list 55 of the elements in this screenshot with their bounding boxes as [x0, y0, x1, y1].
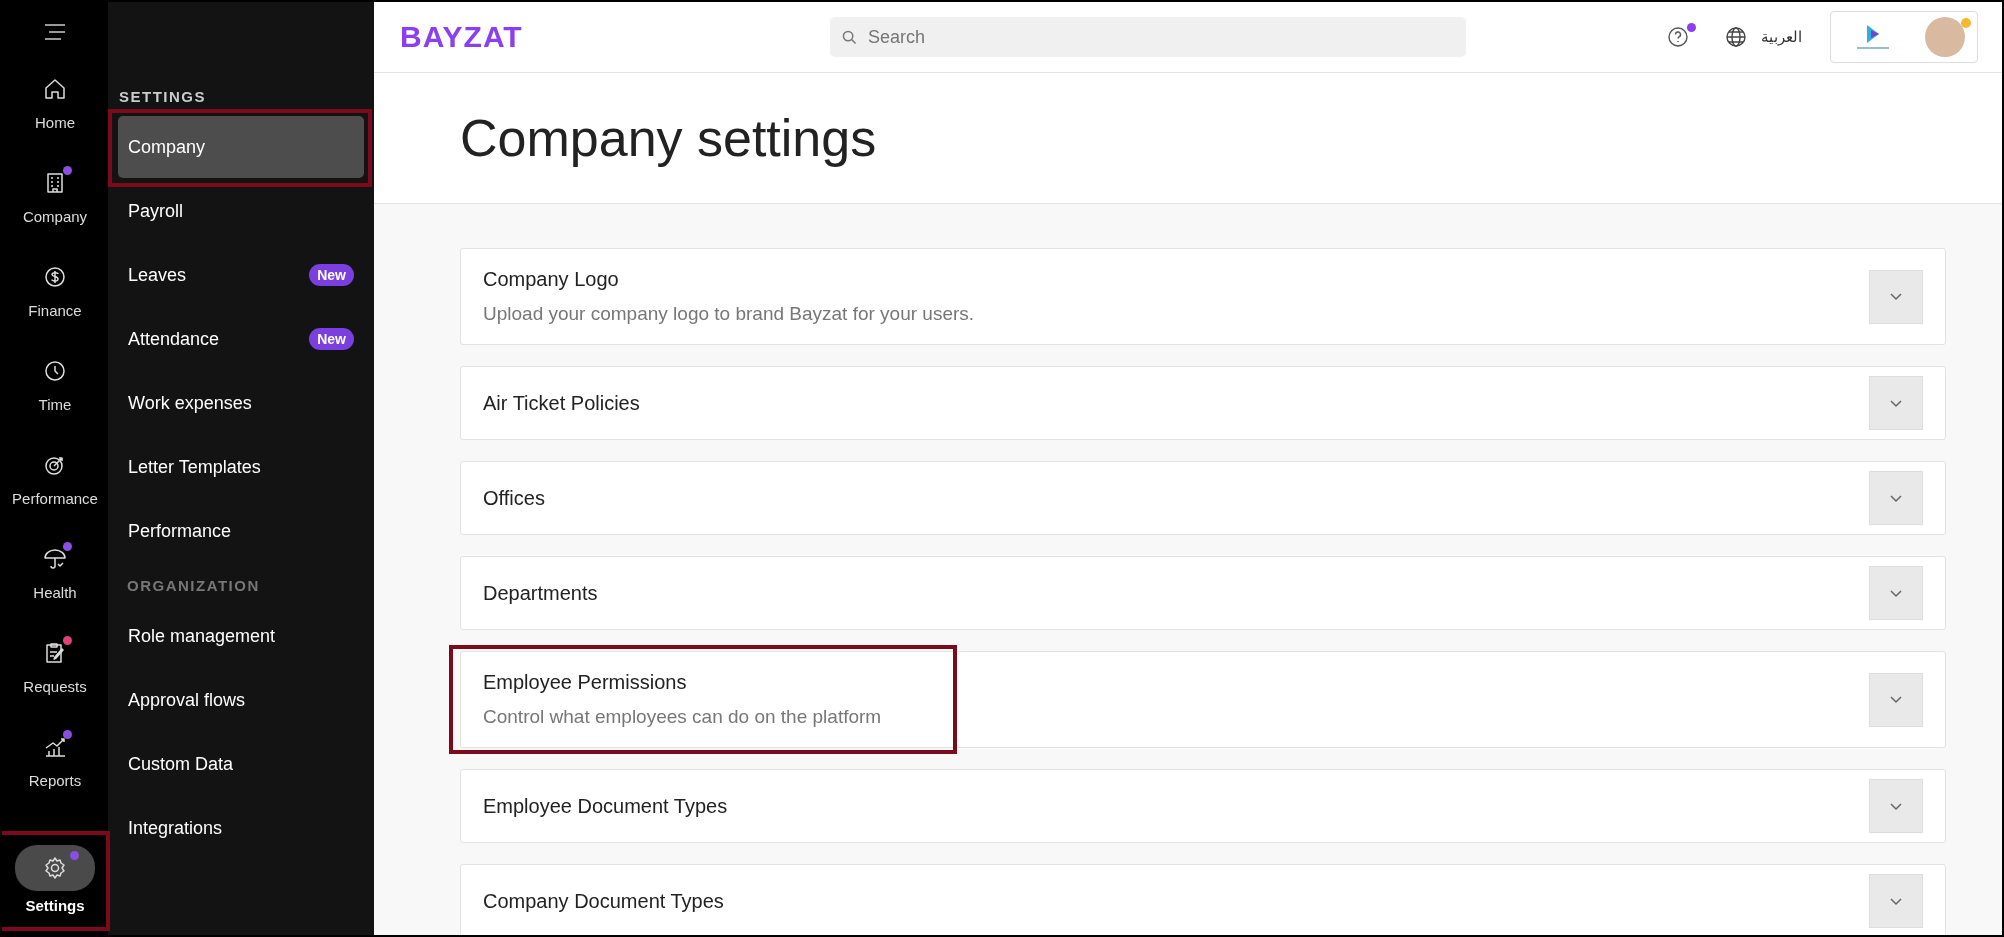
rail-label[interactable]: Requests [23, 678, 87, 695]
help-icon[interactable] [1667, 26, 1689, 48]
sidebar-item[interactable]: Custom Data [118, 733, 364, 795]
sidebar-item[interactable]: Company [118, 116, 364, 178]
sidebar-item[interactable]: Approval flows [118, 669, 364, 731]
rail-label[interactable]: Time [38, 396, 72, 413]
card-title: Offices [483, 486, 546, 510]
card-title: Company Document Types [483, 889, 725, 913]
chevron-icon [1889, 493, 1903, 503]
page-title: Company settings [460, 108, 877, 168]
group-heading: SETTINGS [118, 87, 207, 107]
dollar-icon [42, 264, 68, 290]
language-link[interactable]: العربية [1761, 28, 1802, 46]
sidebar-item[interactable]: Role management [118, 605, 364, 667]
chevron-icon [1889, 695, 1903, 704]
umbrella-icon [42, 546, 68, 572]
card-title: Company Logo [483, 268, 620, 291]
rail-label[interactable]: Finance [28, 302, 82, 319]
search-field[interactable]: Search [830, 17, 1466, 57]
new-badge: New [309, 264, 354, 286]
chevron-icon [1889, 588, 1903, 598]
sidebar-item[interactable]: Work expenses [118, 372, 364, 434]
sidebar-item[interactable]: Letter Templates [118, 436, 364, 498]
chevron-icon [1889, 801, 1903, 811]
rail-label[interactable]: Settings [25, 897, 85, 914]
card-title: Air Ticket Policies [483, 391, 641, 415]
rail-item[interactable] [15, 845, 95, 891]
rail-label[interactable]: Health [33, 584, 77, 601]
card-title: Employee Document Types [483, 794, 729, 818]
search-icon [842, 30, 857, 45]
card-description: Control what employees can do on the platform [483, 706, 883, 728]
logo[interactable]: BAYZAT [400, 20, 830, 54]
sidebar-item[interactable]: Leaves [118, 244, 310, 306]
rail-label[interactable]: Reports [28, 772, 82, 789]
sidebar-item[interactable]: Performance [118, 500, 364, 562]
chevron-icon [1889, 398, 1903, 408]
sidebar-item[interactable]: Attendance [118, 308, 310, 370]
rail-label[interactable]: Home [35, 114, 75, 131]
globe-icon [1725, 26, 1747, 48]
home-icon [42, 76, 68, 102]
sidebar-item[interactable]: Payroll [118, 180, 364, 242]
settings-icon [42, 855, 68, 881]
clock-icon [42, 358, 68, 384]
rail-label[interactable]: Performance [12, 490, 98, 507]
card-description: Upload your company logo to brand Bayzat for your users. [483, 303, 976, 325]
card-title: Employee Permissions [483, 671, 688, 694]
avatar [1925, 17, 1965, 57]
new-badge: New [309, 328, 354, 350]
menu-icon[interactable] [43, 24, 67, 40]
sidebar-item[interactable]: Integrations [118, 797, 364, 859]
card-title: Departments [483, 581, 599, 605]
group-heading: ORGANIZATION [126, 576, 261, 596]
chevron-icon [1889, 896, 1903, 906]
rail-label[interactable]: Company [22, 208, 88, 225]
chevron-icon [1889, 292, 1903, 301]
